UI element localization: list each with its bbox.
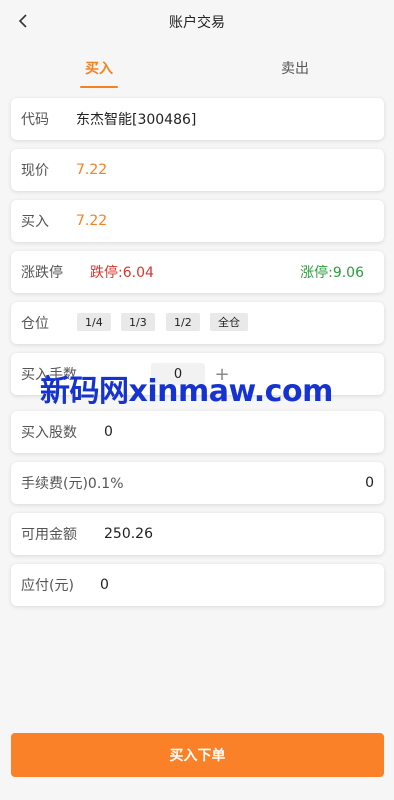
price-row: 现价 7.22 (11, 149, 384, 191)
limit-row: 涨跌停 跌停:6.04 涨停:9.06 (11, 251, 384, 293)
tab-sell[interactable]: 卖出 (235, 48, 355, 88)
payable-label: 应付(元) (21, 578, 74, 594)
available-label: 可用金额 (21, 527, 77, 543)
shares-value: 0 (104, 424, 113, 440)
limit-label: 涨跌停 (21, 265, 63, 281)
shares-label: 买入股数 (21, 425, 77, 441)
active-tab-indicator (80, 86, 118, 88)
tab-buy[interactable]: 买入 (39, 48, 159, 88)
fee-label: 手续费(元)0.1% (21, 476, 124, 492)
shares-row: 买入股数 0 (11, 411, 384, 453)
price-value: 7.22 (76, 162, 108, 178)
price-label: 现价 (21, 163, 49, 179)
watermark-text: 新码网xinmaw.com (40, 374, 333, 409)
code-row: 代码 东杰智能[300486] (11, 98, 384, 140)
fee-row: 手续费(元)0.1% 0 (11, 462, 384, 504)
buy-price-value: 7.22 (76, 213, 108, 229)
buy-price-row: 买入 7.22 (11, 200, 384, 242)
available-row: 可用金额 250.26 (11, 513, 384, 555)
limit-up-value: 涨停:9.06 (300, 265, 364, 281)
buy-price-label: 买入 (21, 214, 49, 230)
trade-tabs: 买入 卖出 (0, 48, 394, 88)
payable-row: 应付(元) 0 (11, 564, 384, 606)
back-button[interactable] (12, 10, 34, 34)
page-title: 账户交易 (169, 15, 225, 31)
position-label: 仓位 (21, 316, 49, 332)
code-label: 代码 (21, 112, 49, 128)
position-half-button[interactable]: 1/2 (166, 313, 200, 331)
position-quarter-button[interactable]: 1/4 (77, 313, 111, 331)
payable-value: 0 (100, 577, 109, 593)
limit-down-value: 跌停:6.04 (90, 265, 154, 281)
fee-value: 0 (365, 475, 374, 491)
code-value: 东杰智能[300486] (76, 112, 197, 128)
position-third-button[interactable]: 1/3 (121, 313, 155, 331)
position-row: 仓位 1/4 1/3 1/2 全仓 (11, 302, 384, 344)
position-full-button[interactable]: 全仓 (210, 313, 248, 331)
available-value: 250.26 (104, 526, 153, 542)
submit-buy-button[interactable]: 买入下单 (11, 733, 384, 777)
top-bar: 账户交易 (0, 0, 394, 44)
chevron-left-icon (18, 13, 28, 32)
